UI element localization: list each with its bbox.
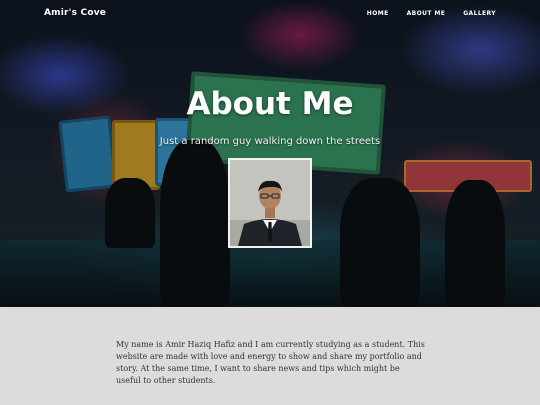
hero-banner: Amir's Cove HOME ABOUT ME GALLERY About … (0, 0, 540, 307)
main-nav: HOME ABOUT ME GALLERY (367, 10, 496, 17)
about-section: My name is Amir Haziq Hafiz and I am cur… (0, 307, 540, 405)
page-subtitle: Just a random guy walking down the stree… (159, 136, 381, 147)
profile-photo (228, 158, 312, 248)
hero-overlay (0, 0, 540, 307)
nav-gallery[interactable]: GALLERY (463, 10, 496, 17)
site-brand[interactable]: Amir's Cove (44, 8, 106, 18)
nav-home[interactable]: HOME (367, 10, 389, 17)
about-paragraph: My name is Amir Haziq Hafiz and I am cur… (116, 340, 425, 385)
page-title: About Me (186, 86, 354, 122)
nav-about-me[interactable]: ABOUT ME (407, 10, 446, 17)
